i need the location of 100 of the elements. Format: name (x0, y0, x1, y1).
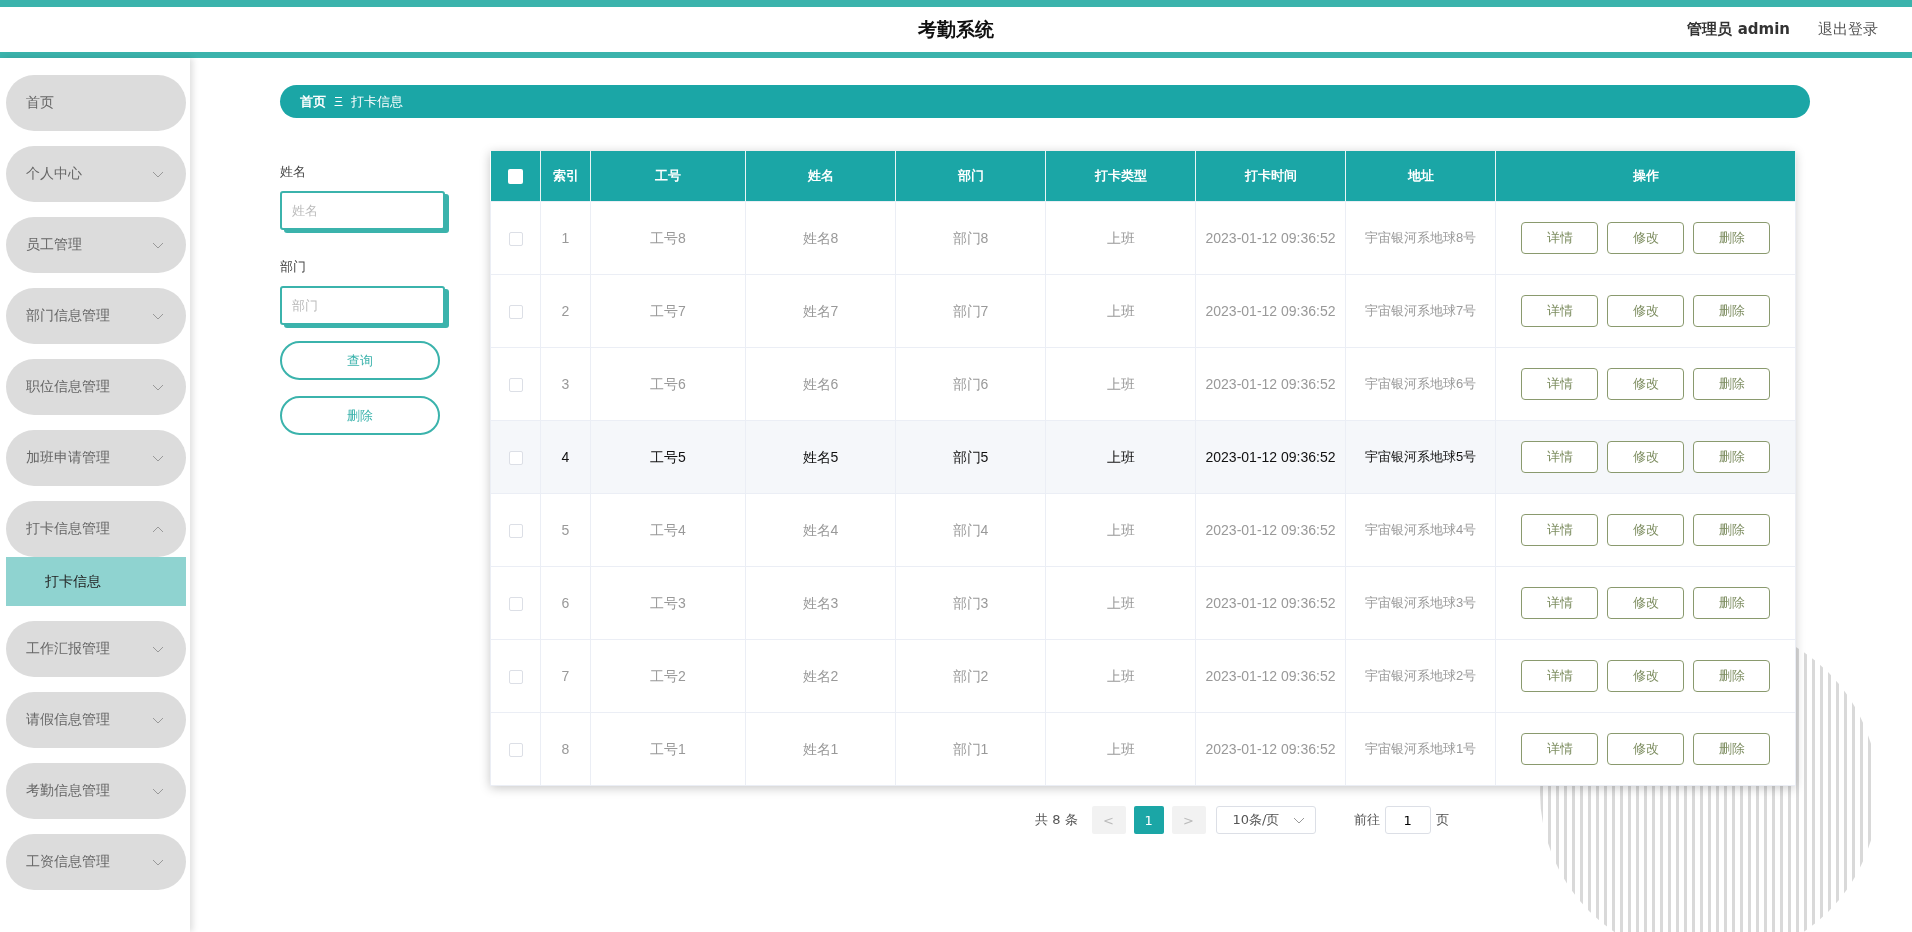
table-cell: 姓名7 (745, 274, 896, 348)
row-checkbox[interactable] (508, 378, 523, 393)
select-all-checkbox[interactable] (507, 169, 523, 184)
submenu-item[interactable]: 打卡信息 (6, 557, 186, 606)
table-cell: 工号5 (590, 420, 746, 494)
row-action-button[interactable]: 修改 (1607, 587, 1684, 619)
row-checkbox[interactable] (508, 597, 523, 612)
row-action-button[interactable]: 删除 (1693, 368, 1770, 400)
table-cell: 上班 (1045, 420, 1196, 494)
app-title: 考勤系统 (918, 16, 994, 42)
page-button[interactable]: 1 (1133, 806, 1164, 834)
table-cell: 2 (540, 274, 591, 348)
goto-label: 前往 (1353, 811, 1380, 829)
row-checkbox[interactable] (508, 451, 523, 466)
row-action-button[interactable]: 修改 (1607, 295, 1684, 327)
column-header: 工号 (590, 151, 746, 202)
column-header: 地址 (1345, 151, 1496, 202)
table-cell: 4 (540, 420, 591, 494)
table-cell: 姓名2 (745, 639, 896, 713)
row-action-button[interactable]: 修改 (1607, 514, 1684, 546)
sidebar-item[interactable]: 打卡信息管理 (6, 501, 186, 557)
table-cell: 工号7 (590, 274, 746, 348)
sidebar-item[interactable]: 员工管理 (6, 217, 186, 273)
logout-link[interactable]: 退出登录 (1818, 20, 1878, 39)
table-cell: 工号4 (590, 493, 746, 567)
table-cell: 2023-01-12 09:36:52 (1195, 639, 1346, 713)
table-cell: 2023-01-12 09:36:52 (1195, 566, 1346, 640)
table-cell: 部门6 (895, 347, 1046, 421)
breadcrumb-link[interactable]: 首页 (300, 92, 326, 111)
input-field[interactable]: 部门 (280, 286, 445, 325)
table-cell: 7 (540, 639, 591, 713)
sidebar-item[interactable]: 首页 (6, 75, 186, 131)
sidebar-item[interactable]: 加班申请管理 (6, 430, 186, 486)
table-cell: 姓名8 (745, 201, 896, 275)
row-action-button[interactable]: 删除 (1693, 587, 1770, 619)
sidebar-item[interactable]: 个人中心 (6, 146, 186, 202)
table-cell: 2023-01-12 09:36:52 (1195, 347, 1346, 421)
row-action-button[interactable]: 详情 (1521, 660, 1598, 692)
table-cell: 宇宙银河系地球7号 (1345, 274, 1496, 348)
column-header: 打卡时间 (1195, 151, 1346, 202)
row-action-button[interactable]: 详情 (1521, 295, 1598, 327)
row-action-button[interactable]: 详情 (1521, 368, 1598, 400)
table-cell: 姓名1 (745, 712, 896, 786)
table-cell: 工号8 (590, 201, 746, 275)
table-cell: 上班 (1045, 712, 1196, 786)
row-action-button[interactable]: 删除 (1693, 222, 1770, 254)
sidebar-item[interactable]: 工作汇报管理 (6, 621, 186, 677)
table-cell: 2023-01-12 09:36:52 (1195, 274, 1346, 348)
row-checkbox[interactable] (508, 232, 523, 247)
row-action-button[interactable]: 修改 (1607, 733, 1684, 765)
row-checkbox[interactable] (508, 743, 523, 758)
table-cell: 5 (540, 493, 591, 567)
table-cell: 上班 (1045, 493, 1196, 567)
input-field[interactable]: 姓名 (280, 191, 445, 230)
sidebar-item[interactable]: 工资信息管理 (6, 834, 186, 890)
table-cell: 上班 (1045, 347, 1196, 421)
table-cell: 工号6 (590, 347, 746, 421)
table-cell: 2023-01-12 09:36:52 (1195, 201, 1346, 275)
row-action-button[interactable]: 修改 (1607, 660, 1684, 692)
column-header: 部门 (895, 151, 1046, 202)
page-size-select[interactable]: 10条/页 (1215, 806, 1316, 834)
table-cell: 姓名3 (745, 566, 896, 640)
row-action-button[interactable]: 详情 (1521, 514, 1598, 546)
table-cell: 宇宙银河系地球2号 (1345, 639, 1496, 713)
table-cell: 宇宙银河系地球6号 (1345, 347, 1496, 421)
table-cell: 工号1 (590, 712, 746, 786)
row-action-button[interactable]: 修改 (1607, 222, 1684, 254)
row-checkbox[interactable] (508, 524, 523, 539)
search-form-button[interactable]: 查询 (280, 341, 440, 380)
sidebar-item[interactable]: 请假信息管理 (6, 692, 186, 748)
table-cell: 姓名6 (745, 347, 896, 421)
row-action-button[interactable]: 修改 (1607, 368, 1684, 400)
row-action-button[interactable]: 详情 (1521, 441, 1598, 473)
sidebar-item[interactable]: 部门信息管理 (6, 288, 186, 344)
column-header: 操作 (1495, 151, 1796, 202)
sidebar-item[interactable]: 职位信息管理 (6, 359, 186, 415)
row-action-button[interactable]: 删除 (1693, 733, 1770, 765)
breadcrumb-link[interactable]: 打卡信息 (351, 92, 403, 111)
table-cell: 上班 (1045, 639, 1196, 713)
sidebar-item[interactable]: 考勤信息管理 (6, 763, 186, 819)
page-input[interactable]: 1 (1384, 806, 1431, 834)
separator-icon (334, 96, 343, 107)
row-action-button[interactable]: 详情 (1521, 733, 1598, 765)
search-form-button[interactable]: 删除 (280, 396, 440, 435)
row-action-button[interactable]: 删除 (1693, 660, 1770, 692)
table-cell: 2023-01-12 09:36:52 (1195, 712, 1346, 786)
row-action-button[interactable]: 删除 (1693, 441, 1770, 473)
column-header: 打卡类型 (1045, 151, 1196, 202)
row-action-button[interactable]: 删除 (1693, 514, 1770, 546)
table-cell: 上班 (1045, 274, 1196, 348)
row-action-button[interactable]: 修改 (1607, 441, 1684, 473)
row-action-button[interactable]: 详情 (1521, 222, 1598, 254)
row-action-button[interactable]: 删除 (1693, 295, 1770, 327)
table-cell: 宇宙银河系地球4号 (1345, 493, 1496, 567)
row-checkbox[interactable] (508, 670, 523, 685)
row-checkbox[interactable] (508, 305, 523, 320)
table-cell: 宇宙银河系地球8号 (1345, 201, 1496, 275)
row-action-button[interactable]: 详情 (1521, 587, 1598, 619)
column-header: 姓名 (745, 151, 896, 202)
column-header: 索引 (540, 151, 591, 202)
